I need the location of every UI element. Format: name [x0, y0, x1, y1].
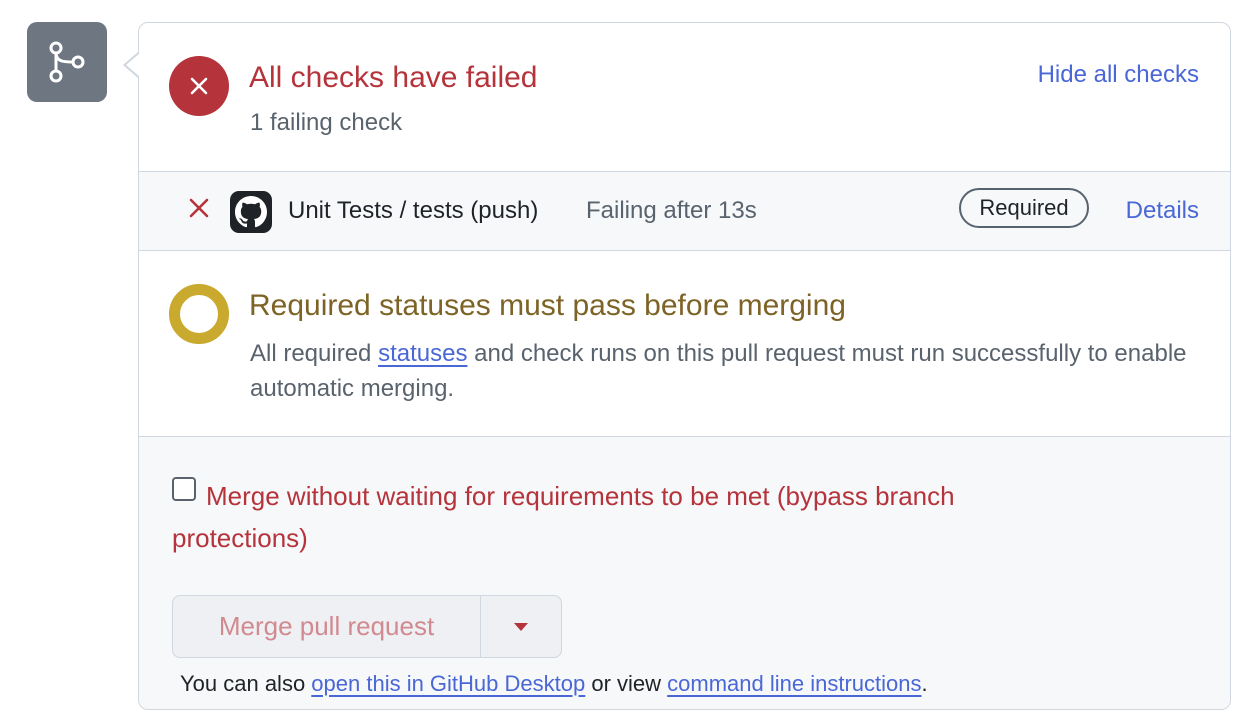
- requirements-title: Required statuses must pass before mergi…: [249, 289, 846, 322]
- details-link[interactable]: Details: [1126, 197, 1199, 225]
- merge-box: All checks have failed 1 failing check H…: [138, 22, 1231, 710]
- bypass-label[interactable]: Merge without waiting for requirements t…: [172, 475, 1072, 559]
- alternative-merge-text: You can also open this in GitHub Desktop…: [180, 671, 928, 697]
- also-suffix: .: [921, 671, 928, 696]
- github-desktop-link[interactable]: open this in GitHub Desktop: [311, 671, 585, 696]
- merge-section: Merge without waiting for requirements t…: [139, 437, 1230, 709]
- x-icon: [169, 56, 229, 116]
- check-status: Failing after 13s: [586, 197, 757, 224]
- merge-pull-request-button[interactable]: Merge pull request: [173, 596, 481, 657]
- x-icon: [189, 198, 209, 218]
- checks-title: All checks have failed: [249, 61, 538, 94]
- panel-pointer-fill: [126, 53, 140, 77]
- pending-status-icon: [169, 284, 229, 344]
- checks-subtitle: 1 failing check: [250, 109, 403, 136]
- merge-button-group: Merge pull request: [172, 595, 562, 658]
- required-badge: Required: [959, 188, 1089, 228]
- required-statuses-section: Required statuses must pass before mergi…: [139, 251, 1230, 437]
- check-name: Unit Tests / tests (push): [288, 197, 539, 224]
- merge-options-dropdown[interactable]: [481, 596, 561, 657]
- checks-summary: All checks have failed 1 failing check H…: [139, 23, 1230, 172]
- git-branch-icon: [27, 22, 107, 102]
- statuses-link[interactable]: statuses: [378, 340, 467, 367]
- github-logo-icon: [230, 191, 272, 233]
- also-prefix: You can also: [180, 671, 312, 696]
- requirements-desc-before: All required: [250, 340, 379, 367]
- command-line-link[interactable]: command line instructions: [667, 671, 921, 696]
- hide-all-checks-link[interactable]: Hide all checks: [1038, 61, 1199, 89]
- requirements-description: All required statuses and check runs on …: [250, 336, 1190, 406]
- also-middle: or view: [585, 671, 668, 696]
- check-run-row: Unit Tests / tests (push) Failing after …: [139, 172, 1230, 251]
- caret-down-icon: [514, 622, 528, 631]
